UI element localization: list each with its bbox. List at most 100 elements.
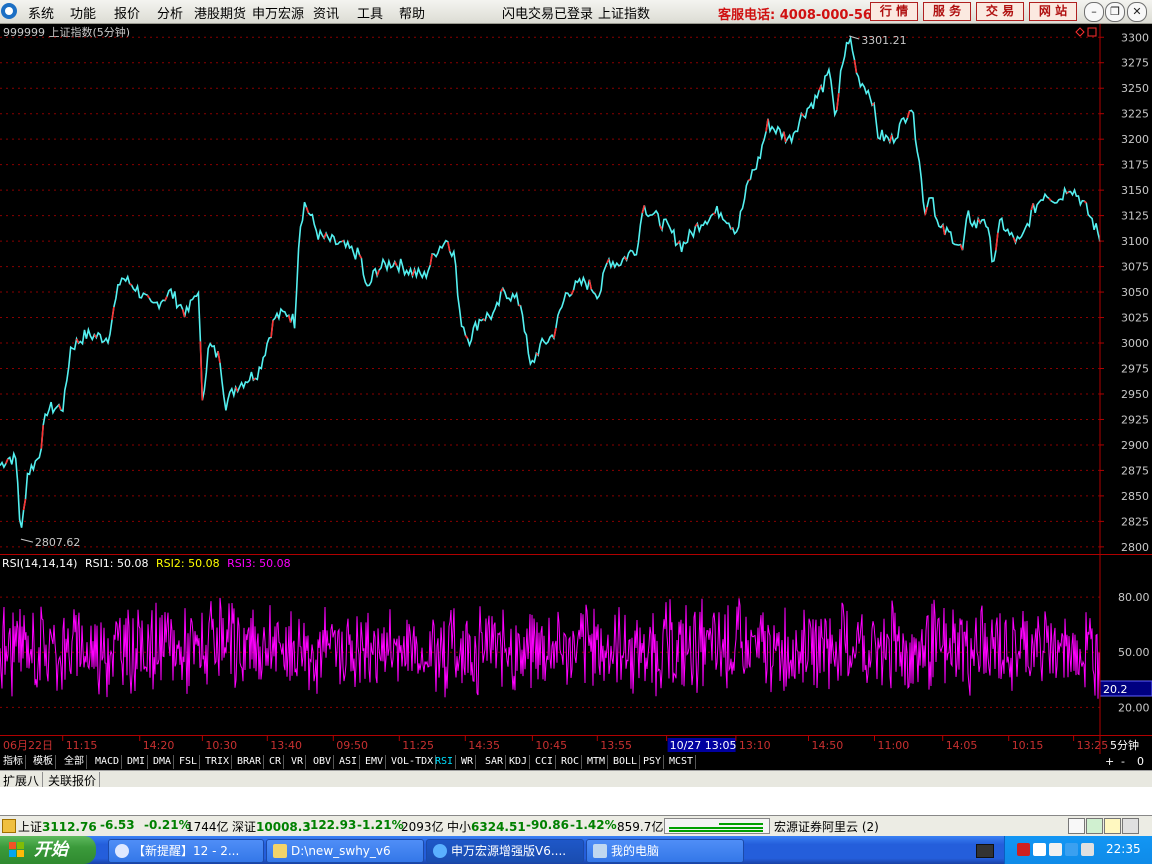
tab-cci[interactable]: CCI [533,755,557,769]
start-button[interactable]: 开始 [0,836,96,864]
market-button[interactable]: 行 情 [870,2,918,21]
zoom-reset-button[interactable]: 0 [1137,755,1144,768]
settings-icon[interactable] [1122,818,1139,834]
note-icon[interactable] [1068,818,1085,834]
tab-指标[interactable]: 指标 [1,755,26,769]
tab-roc[interactable]: ROC [559,755,583,769]
price-line [0,35,1101,528]
tab-asi[interactable]: ASI [337,755,361,769]
price-up-segment [1030,203,1034,211]
volume-icon[interactable] [1049,843,1062,856]
price-tick-label: 2975 [1121,363,1149,376]
tab-psy[interactable]: PSY [641,755,665,769]
rsi-line [0,597,1101,699]
tab-emv[interactable]: EMV [363,755,387,769]
signal-icon[interactable] [1086,818,1103,834]
tab-dma[interactable]: DMA [151,755,175,769]
tab-rsi[interactable]: RSI [433,755,457,769]
current-index-label: 上证指数 [598,7,651,22]
price-up-segment [818,85,822,91]
tab-obv[interactable]: OBV [311,755,335,769]
tray-network-icon[interactable] [1033,843,1046,856]
tray-blue-icon[interactable] [1065,843,1078,856]
minimize-icon[interactable]: – [1084,2,1104,22]
task-trading-app[interactable]: 申万宏源增强版V6.... [426,839,584,863]
price-up-segment [305,207,310,214]
bell-icon[interactable] [1104,818,1121,834]
menu-tools[interactable]: 工具 [357,3,383,22]
zoom-in-button[interactable]: + [1105,755,1114,768]
tab-dmi[interactable]: DMI [125,755,149,769]
keyboard-icon[interactable] [976,844,994,858]
tab-mcst[interactable]: MCST [667,755,697,769]
tray-monitor-icon[interactable] [1081,843,1094,856]
price-up-segment [482,318,486,322]
website-button[interactable]: 网 站 [1029,2,1077,21]
tab-sar[interactable]: SAR [483,755,507,769]
time-tick-label: 10:45 [535,739,567,752]
menu-swhy[interactable]: 申万宏源 [252,3,304,22]
service-button[interactable]: 服 务 [923,2,971,21]
time-tick-label: 14:35 [468,739,500,752]
restore-icon[interactable]: ❐ [1105,2,1125,22]
price-tick-label: 3200 [1121,133,1149,146]
menu-function[interactable]: 功能 [70,3,96,22]
menu-system[interactable]: 系统 [28,3,54,22]
menu-quote[interactable]: 报价 [114,3,140,22]
high-label: 3301.21 [861,34,907,47]
task-folder[interactable]: D:\new_swhy_v6 [266,839,424,863]
menu-help[interactable]: 帮助 [399,3,425,22]
tab-fsl[interactable]: FSL [177,755,201,769]
zx-pct: -1.42% [570,818,617,832]
tab-vol-tdx[interactable]: VOL-TDX [389,755,437,769]
price-up-segment [1066,191,1069,194]
task-my-computer[interactable]: 我的电脑 [586,839,744,863]
price-up-segment [730,227,733,230]
menu-analysis[interactable]: 分析 [157,3,183,22]
price-grid [0,36,1100,548]
sh-change: -6.53 [100,818,135,832]
price-up-segment [712,212,716,215]
sz-index[interactable]: 深证10008.3 [232,818,311,835]
tab-boll[interactable]: BOLL [611,755,641,769]
zx-change: -90.86 [526,818,569,832]
windows-taskbar: 开始 【新提醒】12 - 2... D:\new_swhy_v6 申万宏源增强版… [0,836,1152,864]
period-label[interactable]: 5分钟 [1110,738,1139,752]
price-tick-label: 3300 [1121,31,1149,44]
tab-trix[interactable]: TRIX [203,755,233,769]
tab-brar[interactable]: BRAR [235,755,265,769]
price-up-segment [164,296,168,301]
task-browser[interactable]: 【新提醒】12 - 2... [108,839,264,863]
zoom-out-button[interactable]: - [1121,755,1125,768]
zx-index[interactable]: 中小6324.51 [447,818,526,835]
price-tick-label: 3250 [1121,82,1149,95]
tray-app-icon[interactable] [1017,843,1030,856]
price-tick-label: 3100 [1121,235,1149,248]
chart-corner-icon[interactable] [1075,27,1097,37]
trade-login-status: 闪电交易已登录 [502,7,594,22]
tab-模板[interactable]: 模板 [31,755,56,769]
tab-cr[interactable]: CR [267,755,285,769]
sh-index[interactable]: 上证3112.76 [18,818,97,835]
menu-hk-futures[interactable]: 港股期货 [194,3,246,22]
tab-vr[interactable]: VR [289,755,307,769]
tab-macd[interactable]: MACD [93,755,123,769]
time-tick-label: 13:55 [600,739,632,752]
menu-bar: 系统 功能 报价 分析 港股期货 申万宏源 资讯 工具 帮助 闪电交易已登录 上… [0,0,1152,24]
server-name: 宏源证券阿里云 (2) [774,820,879,834]
tab-wr[interactable]: WR [459,755,477,769]
kline-chart[interactable]: 999999 上证指数(5分钟) 28002825285028752900292… [0,24,1152,754]
price-up-segment [694,223,698,227]
menu-news[interactable]: 资讯 [313,3,339,22]
price-up-segment [588,279,593,290]
tab-kdj[interactable]: KDJ [507,755,531,769]
sz-change: -122.93 [305,818,357,832]
close-icon[interactable]: ✕ [1127,2,1147,22]
price-tick-label: 3225 [1121,108,1149,121]
sz-amount: 2093亿 [401,820,444,834]
price-tick-label: 2925 [1121,413,1149,426]
tab-mtm[interactable]: MTM [585,755,609,769]
trade-button[interactable]: 交 易 [976,2,1024,21]
low-marker [20,538,34,543]
tab-全部[interactable]: 全部 [62,755,87,769]
